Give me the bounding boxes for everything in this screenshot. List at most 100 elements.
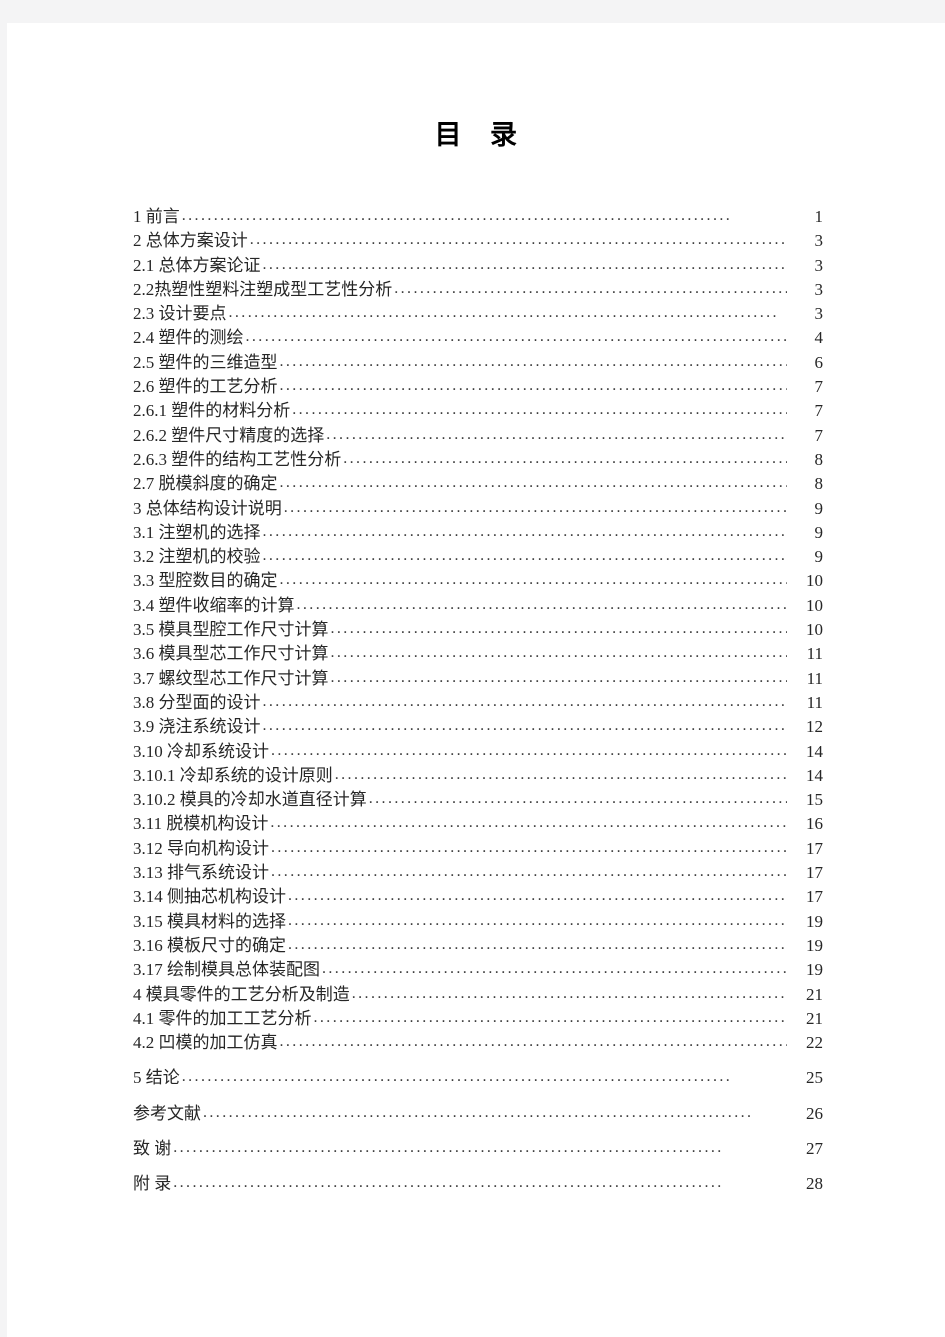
toc-leader-dots xyxy=(271,842,787,861)
toc-entry[interactable]: 3.1 注塑机的选择 9 xyxy=(133,521,823,545)
toc-entry[interactable]: 2.6.2 塑件尺寸精度的选择 7 xyxy=(133,424,823,448)
toc-entry[interactable]: 1 前言 1 xyxy=(133,205,823,229)
toc-entry-page-number: 16 xyxy=(806,814,823,834)
toc-entry-page-number: 17 xyxy=(806,838,823,858)
toc-entry-label: 3.11 脱模机构设计 xyxy=(133,814,269,834)
toc-entry-label: 3.10 冷却系统设计 xyxy=(133,741,269,761)
toc-entry[interactable]: 3.10.2 模具的冷却水道直径计算 15 xyxy=(133,788,823,812)
toc-entry-page-number: 19 xyxy=(806,935,823,955)
toc-entry-page-number: 14 xyxy=(806,765,823,785)
toc-entry-page-number: 10 xyxy=(806,620,823,640)
toc-entry-page-number: 8 xyxy=(814,474,824,494)
toc-entry-page-number: 9 xyxy=(814,522,824,542)
toc-entry-label: 3.2 注塑机的校验 xyxy=(133,547,261,567)
toc-entry[interactable]: 2.1 总体方案论证 3 xyxy=(133,254,823,278)
toc-entry[interactable]: 2.5 塑件的三维造型 6 xyxy=(133,351,823,375)
toc-entry-page-number: 7 xyxy=(814,377,824,397)
toc-entry-page-number: 9 xyxy=(814,498,824,518)
toc-entry-page-number: 9 xyxy=(814,547,824,567)
toc-entry[interactable]: 3.8 分型面的设计 11 xyxy=(133,691,823,715)
toc-entry-page-number: 3 xyxy=(814,279,824,299)
toc-entry[interactable]: 附 录 28 xyxy=(133,1172,823,1196)
toc-entry[interactable]: 3.17 绘制模具总体装配图 19 xyxy=(133,958,823,982)
toc-entry-page-number: 15 xyxy=(806,790,823,810)
toc-entry-label: 3.7 螺纹型芯工作尺寸计算 xyxy=(133,668,329,688)
toc-leader-dots xyxy=(250,235,787,254)
toc-entry[interactable]: 5 结论 25 xyxy=(133,1066,823,1090)
toc-entry[interactable]: 2 总体方案设计 3 xyxy=(133,229,823,253)
toc-entry[interactable]: 3.4 塑件收缩率的计算 10 xyxy=(133,594,823,618)
toc-entry[interactable]: 2.2热塑性塑料注塑成型工艺性分析 3 xyxy=(133,278,823,302)
toc-leader-dots xyxy=(331,672,788,691)
toc-entry[interactable]: 4.2 凹模的加工仿真 22 xyxy=(133,1031,823,1055)
toc-entry[interactable]: 3.2 注塑机的校验 9 xyxy=(133,545,823,569)
toc-entry-page-number: 3 xyxy=(814,231,824,251)
page-title-char-1: 目 xyxy=(434,120,462,150)
toc-leader-dots xyxy=(335,769,787,788)
toc-entry[interactable]: 4.1 零件的加工工艺分析 21 xyxy=(133,1007,823,1031)
toc-entry-page-number: 10 xyxy=(806,571,823,591)
toc-entry-label: 3.5 模具型腔工作尺寸计算 xyxy=(133,620,329,640)
toc-leader-dots xyxy=(182,210,787,229)
toc-entry[interactable]: 2.6.3 塑件的结构工艺性分析 8 xyxy=(133,448,823,472)
toc-entry-page-number: 4 xyxy=(814,328,824,348)
toc-leader-dots xyxy=(263,259,788,278)
toc-entry-page-number: 14 xyxy=(806,741,823,761)
toc-entry-label: 3.14 侧抽芯机构设计 xyxy=(133,887,286,907)
toc-entry[interactable]: 3 总体结构设计说明 9 xyxy=(133,497,823,521)
toc-entry[interactable]: 3.13 排气系统设计 17 xyxy=(133,861,823,885)
screenshot-canvas: 目录 1 前言12 总体方案设计32.1 总体方案论证32.2热塑性塑料注塑成型… xyxy=(0,0,945,1337)
toc-leader-dots xyxy=(280,478,788,497)
toc-leader-dots xyxy=(394,283,787,302)
toc-leader-dots xyxy=(326,429,787,448)
toc-entry-page-number: 19 xyxy=(806,911,823,931)
toc-entry[interactable]: 3.9 浇注系统设计 12 xyxy=(133,715,823,739)
toc-leader-dots xyxy=(369,793,787,812)
toc-leader-dots xyxy=(322,964,787,983)
toc-entry[interactable]: 3.14 侧抽芯机构设计 17 xyxy=(133,885,823,909)
toc-entry[interactable]: 致 谢 27 xyxy=(133,1137,823,1161)
toc-leader-dots xyxy=(343,453,787,472)
toc-entry[interactable]: 3.7 螺纹型芯工作尺寸计算 11 xyxy=(133,667,823,691)
toc-entry-label: 4.2 凹模的加工仿真 xyxy=(133,1033,278,1053)
toc-entry[interactable]: 3.12 导向机构设计 17 xyxy=(133,837,823,861)
toc-entry[interactable]: 3.6 模具型芯工作尺寸计算 11 xyxy=(133,642,823,666)
toc-entry-page-number: 28 xyxy=(806,1174,823,1194)
toc-leader-dots xyxy=(331,623,788,642)
toc-entry-page-number: 6 xyxy=(814,352,824,372)
toc-entry[interactable]: 3.11 脱模机构设计 16 xyxy=(133,812,823,836)
toc-leader-dots xyxy=(263,696,788,715)
toc-leader-dots xyxy=(263,721,788,740)
toc-entry[interactable]: 2.7 脱模斜度的确定 8 xyxy=(133,472,823,496)
toc-entry-label: 3.9 浇注系统设计 xyxy=(133,717,261,737)
toc-entry[interactable]: 4 模具零件的工艺分析及制造 21 xyxy=(133,983,823,1007)
toc-leader-dots xyxy=(182,1072,787,1091)
toc-entry[interactable]: 3.5 模具型腔工作尺寸计算 10 xyxy=(133,618,823,642)
toc-leader-dots xyxy=(229,307,788,326)
toc-entry-page-number: 11 xyxy=(806,692,823,712)
toc-leader-dots xyxy=(270,818,787,837)
toc-entry[interactable]: 3.15 模具材料的选择 19 xyxy=(133,910,823,934)
toc-entry-label: 3.1 注塑机的选择 xyxy=(133,522,261,542)
toc-entry-page-number: 12 xyxy=(806,717,823,737)
toc-entry[interactable]: 3.3 型腔数目的确定 10 xyxy=(133,569,823,593)
toc-entry[interactable]: 2.6.1 塑件的材料分析 7 xyxy=(133,399,823,423)
toc-leader-dots xyxy=(297,599,788,618)
toc-entry-page-number: 25 xyxy=(806,1068,823,1088)
table-of-contents: 1 前言12 总体方案设计32.1 总体方案论证32.2热塑性塑料注塑成型工艺性… xyxy=(133,205,823,1197)
toc-entry[interactable]: 2.4 塑件的测绘 4 xyxy=(133,326,823,350)
toc-entry[interactable]: 2.6 塑件的工艺分析 7 xyxy=(133,375,823,399)
toc-entry-page-number: 7 xyxy=(814,425,824,445)
toc-leader-dots xyxy=(280,1036,788,1055)
toc-entry-label: 2.2热塑性塑料注塑成型工艺性分析 xyxy=(133,279,393,299)
toc-entry-label: 2.1 总体方案论证 xyxy=(133,255,261,275)
toc-entry[interactable]: 参考文献 26 xyxy=(133,1102,823,1126)
toc-entry[interactable]: 3.16 模板尺寸的确定 19 xyxy=(133,934,823,958)
toc-leader-dots xyxy=(173,1178,787,1197)
toc-entry[interactable]: 3.10.1 冷却系统的设计原则 14 xyxy=(133,764,823,788)
toc-entry-page-number: 3 xyxy=(814,304,824,324)
toc-entry[interactable]: 2.3 设计要点 3 xyxy=(133,302,823,326)
toc-entry[interactable]: 3.10 冷却系统设计 14 xyxy=(133,740,823,764)
toc-entry-label: 2.6.2 塑件尺寸精度的选择 xyxy=(133,425,325,445)
toc-entry-label: 3.6 模具型芯工作尺寸计算 xyxy=(133,644,329,664)
